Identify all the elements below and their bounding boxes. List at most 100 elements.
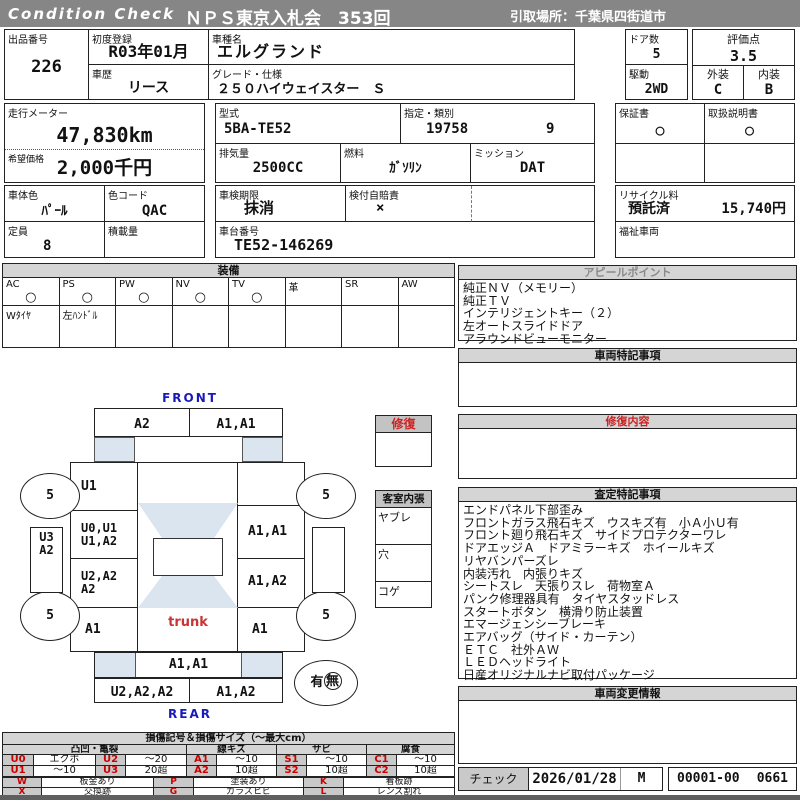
vehicle-main-table: 出品番号 226 初度登録 R03年01月 車種名 エルグランド 車歴 リース … xyxy=(4,29,575,100)
engine-table: 型式 5BA-TE52 指定・類別 19758 9 排気量 2500CC 燃料 … xyxy=(215,103,595,183)
equipment-cell-leather: 革 xyxy=(286,278,342,305)
page-number: 0661 xyxy=(756,771,788,786)
class-value-1: 19758 xyxy=(426,121,469,137)
special-notes-body xyxy=(459,363,796,367)
history-value: リース xyxy=(127,80,170,96)
legend-title: 損傷記号＆損傷サイズ（～最大cm） xyxy=(3,733,454,744)
presence-no-circled: 無 xyxy=(323,672,342,690)
check-date: 2026/01/28 xyxy=(529,768,621,790)
odometer-price-table: 走行メーター 47,830km 希望価格 2,000千円 xyxy=(4,103,205,183)
equipment-cell-empty xyxy=(116,306,173,347)
recycle-fee: 15,740円 xyxy=(721,201,786,217)
equipment-cell-wtire: Wﾀｲﾔ xyxy=(3,306,60,347)
legend-code: C2 xyxy=(366,766,396,776)
equipment-label: TV xyxy=(232,279,245,290)
model-value: エルグランド xyxy=(217,42,326,61)
legend-group-corrosion: 腐食 xyxy=(366,745,454,754)
equipment-row-2: Wﾀｲﾔ 左ﾊﾝﾄﾞﾙ xyxy=(3,306,454,347)
legend-code: P xyxy=(153,778,193,787)
legend-value: ～20 xyxy=(125,755,186,765)
equipment-mark: ○ xyxy=(138,290,150,305)
equipment-cell-ps: PS ○ xyxy=(60,278,116,305)
inspection-cell: 車検期限 抹消 xyxy=(216,186,346,222)
wheel-rear-left: 5 xyxy=(20,591,80,641)
special-notes-panel: 車両特記事項 xyxy=(458,348,797,407)
interior-label: 内装 xyxy=(758,68,780,81)
equipment-cell-nv: NV ○ xyxy=(173,278,229,305)
equipment-label: AC xyxy=(6,279,20,290)
capacity-value: 8 xyxy=(43,238,52,254)
assessment-line: 日産オリジナルナビ取付パッケージ xyxy=(463,668,655,683)
front-pillar-window-right xyxy=(242,437,283,462)
equipment-mark: ○ xyxy=(25,290,37,305)
insurance-label: 検付自賠責 xyxy=(349,191,399,202)
rear-label: REAR xyxy=(168,707,212,721)
zone-code: A2 xyxy=(39,543,54,557)
repair-content-panel: 修復内容 xyxy=(458,414,797,479)
appeal-body: 純正ＮＶ（メモリー） 純正ＴＶ インテリジェントキー（２） 左オートスライドドア… xyxy=(459,280,796,348)
body-color-value: ﾊﾟｰﾙ xyxy=(41,204,68,219)
equipment-title: 装備 xyxy=(3,264,454,278)
inspection-vin-table: 車検期限 抹消 検付自賠責 × 車台番号 TE52-146269 xyxy=(215,185,595,258)
score-cell: 評価点 3.5 xyxy=(693,30,794,66)
legend-code: A2 xyxy=(186,766,216,776)
repair-mini-panel: 修復 xyxy=(375,415,432,467)
welfare-label: 福祉車両 xyxy=(619,227,659,238)
fuel-value: ｶﾞｿﾘﾝ xyxy=(389,161,422,176)
legend-value: 10超 xyxy=(306,766,366,776)
equipment-label: PW xyxy=(119,279,135,290)
lot-number-label: 出品番号 xyxy=(8,35,48,46)
legend-value: 10超 xyxy=(216,766,276,776)
equipment-label: NV xyxy=(175,279,190,290)
legend-value: 板金あり xyxy=(41,778,153,787)
equipment-cell-empty xyxy=(173,306,229,347)
odometer-value: 47,830km xyxy=(56,123,153,147)
zone-code: A1,A1 xyxy=(168,657,209,672)
legend-value: ～10 xyxy=(33,766,95,776)
body-color-cell: 車体色 ﾊﾟｰﾙ xyxy=(5,186,105,222)
legend-code: C1 xyxy=(366,755,396,765)
lot-number-cell: 出品番号 226 xyxy=(5,30,89,99)
front-label: FRONT xyxy=(162,391,218,405)
zone-code: U2,A2 xyxy=(81,569,118,583)
cabin-row-burn: コゲ xyxy=(378,585,400,598)
assessment-line: パンク修理器具有 タイヤスタッドレス xyxy=(463,591,680,606)
legend-row-2: U1 ～10 U3 20超 A2 10超 S2 10超 C2 10超 xyxy=(3,765,454,776)
class-label: 指定・類別 xyxy=(404,109,454,120)
zone-right-front-fender xyxy=(237,463,304,506)
color-code-label: 色コード xyxy=(108,191,148,202)
score-label: 評価点 xyxy=(727,33,760,46)
pickup-location: 引取場所：千葉県四街道市 xyxy=(510,10,667,25)
zone-code: A1,A1 xyxy=(248,524,288,539)
odometer-cell: 走行メーター 47,830km xyxy=(5,104,204,150)
zone-code: A1,A1 xyxy=(216,417,256,432)
insurance-value: × xyxy=(376,200,385,216)
model-cell: 車種名 エルグランド xyxy=(209,30,575,65)
manual-cell: 取扱説明書 ○ xyxy=(705,104,794,144)
zone-right-front-door: A1,A1 xyxy=(237,506,304,559)
first-reg-cell: 初度登録 R03年01月 xyxy=(89,30,209,65)
displacement-value: 2500CC xyxy=(252,160,304,176)
wheel-front-right: 5 xyxy=(296,473,356,519)
zone-hood: A2 A1,A1 xyxy=(94,408,283,437)
zone-code: U1 xyxy=(81,479,97,494)
exterior-cell: 外装 C xyxy=(693,66,744,99)
legend-row-3: W 板金あり P 塗装あり K 看板跡 xyxy=(3,778,454,787)
load-label: 積載量 xyxy=(108,227,138,238)
capacity-cell: 定員 8 xyxy=(5,222,105,257)
check-inspector: M xyxy=(637,771,646,786)
equipment-label: 左ﾊﾝﾄﾞﾙ xyxy=(62,311,98,322)
insurance-empty-cell xyxy=(471,186,594,222)
zone-code: A1,A2 xyxy=(216,685,256,700)
zone-right-rear-door: A1,A2 xyxy=(237,559,304,608)
fuel-cell: 燃料 ｶﾞｿﾘﾝ xyxy=(341,144,471,182)
legend-value: 10超 xyxy=(396,766,454,776)
legend-code: S1 xyxy=(276,755,306,765)
doors-drive-table: ドア数 5 駆動 2WD xyxy=(625,29,688,100)
zone-code: A2 xyxy=(81,582,96,596)
change-info-title: 車両変更情報 xyxy=(459,687,796,701)
grade-cell: グレード・仕様 ２５０ハイウェイスター Ｓ xyxy=(209,65,575,99)
zone-left-rear-door: U2,A2 A2 xyxy=(71,559,138,608)
legend-code: U0 xyxy=(3,755,33,765)
zone-right-rear-fender: A1 xyxy=(237,608,304,651)
